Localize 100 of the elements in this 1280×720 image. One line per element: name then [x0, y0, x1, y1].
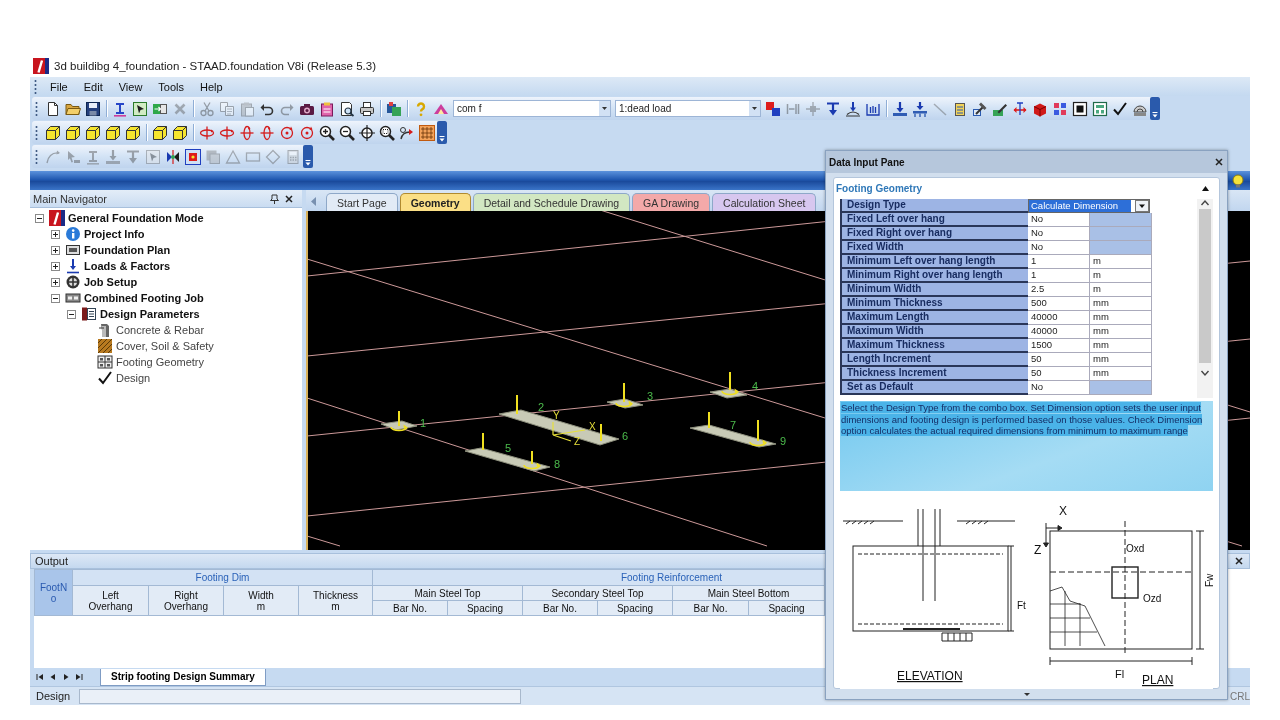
- grip-icon[interactable]: [34, 100, 39, 117]
- scroll-down-icon[interactable]: [1200, 369, 1210, 377]
- building-icon[interactable]: [952, 100, 968, 117]
- collapse-icon[interactable]: [35, 213, 44, 223]
- lightbulb-icon[interactable]: [1231, 173, 1245, 188]
- toolbar-overflow-icon[interactable]: [1150, 97, 1160, 120]
- scroll-up-icon[interactable]: [1200, 199, 1210, 207]
- property-value[interactable]: 50: [1028, 367, 1090, 381]
- expand-icon[interactable]: [51, 277, 60, 287]
- property-value[interactable]: 2.5: [1028, 283, 1090, 297]
- rotate-icon[interactable]: [259, 124, 275, 141]
- curved-arrow-icon[interactable]: [399, 124, 415, 141]
- dimension-icon[interactable]: [1012, 100, 1028, 117]
- section-header[interactable]: Footing Geometry: [836, 183, 1202, 194]
- menu-item[interactable]: View: [111, 79, 150, 94]
- collapse-icon[interactable]: [51, 293, 60, 303]
- expand-icon[interactable]: [51, 229, 60, 239]
- printer-icon[interactable]: [359, 100, 375, 117]
- report-icon[interactable]: [319, 100, 335, 117]
- property-value[interactable]: 40000: [1028, 325, 1090, 339]
- property-value[interactable]: No: [1028, 381, 1090, 395]
- tree-item[interactable]: Design Parameters: [100, 308, 200, 320]
- scrollbar-thumb[interactable]: [1199, 209, 1211, 363]
- expand-icon[interactable]: [51, 261, 60, 271]
- tree-item[interactable]: Foundation Plan: [84, 244, 171, 256]
- menu-item[interactable]: File: [43, 79, 75, 94]
- footing-icon[interactable]: [892, 100, 908, 117]
- zoom-window-icon[interactable]: [379, 124, 395, 141]
- expand-icon[interactable]: [51, 245, 60, 255]
- tree-item[interactable]: Job Setup: [84, 276, 138, 288]
- close-icon[interactable]: [1235, 557, 1243, 565]
- load-arrow-icon[interactable]: [825, 100, 841, 117]
- document-tab[interactable]: Start Page: [326, 193, 398, 211]
- cube-icon[interactable]: [152, 124, 168, 141]
- property-value[interactable]: No: [1028, 213, 1090, 227]
- save-icon[interactable]: [85, 100, 101, 117]
- caret-icon[interactable]: [749, 101, 760, 116]
- squares-icon[interactable]: [765, 100, 781, 117]
- print-preview-icon[interactable]: [339, 100, 355, 117]
- tree-item[interactable]: Combined Footing Job: [84, 292, 204, 304]
- property-value[interactable]: 500: [1028, 297, 1090, 311]
- target-icon[interactable]: [185, 148, 201, 165]
- document-tab[interactable]: Geometry: [399, 193, 471, 211]
- layers-icon[interactable]: [386, 100, 402, 117]
- property-value[interactable]: 1500: [1028, 339, 1090, 353]
- tree-item[interactable]: General Foundation Mode: [68, 212, 204, 224]
- tree-item[interactable]: Design: [116, 372, 151, 384]
- grid-icon[interactable]: [419, 124, 435, 141]
- first-page-icon[interactable]: [36, 673, 44, 681]
- property-value[interactable]: No: [1028, 241, 1090, 255]
- document-tab[interactable]: GA Drawing: [632, 193, 711, 211]
- menu-item[interactable]: Help: [193, 79, 230, 94]
- zoom-in-icon[interactable]: [319, 124, 335, 141]
- dropdown[interactable]: Calculate Dimension: [1028, 199, 1150, 213]
- combo-box[interactable]: com f: [453, 100, 611, 117]
- check-icon[interactable]: [1112, 100, 1128, 117]
- collapse-icon[interactable]: [67, 309, 76, 319]
- document-tab[interactable]: Detail and Schedule Drawing: [472, 193, 631, 211]
- zoom-out-icon[interactable]: [339, 124, 355, 141]
- caret-icon[interactable]: [599, 101, 610, 116]
- toolbar-overflow-icon[interactable]: [303, 145, 313, 168]
- dots-icon[interactable]: [1052, 100, 1068, 117]
- close-icon[interactable]: [285, 194, 293, 203]
- grip-icon[interactable]: [34, 148, 39, 165]
- panel-icon[interactable]: [1092, 100, 1108, 117]
- rotate-icon[interactable]: [219, 124, 235, 141]
- tree-item[interactable]: Project Info: [84, 228, 145, 240]
- pointer-frame-icon[interactable]: [132, 100, 148, 117]
- mirror-icon[interactable]: [165, 148, 181, 165]
- tree-item[interactable]: Footing Geometry: [116, 356, 205, 368]
- pin-icon[interactable]: [270, 193, 279, 204]
- document-tab[interactable]: Calculation Sheet: [712, 193, 817, 211]
- cube-icon[interactable]: [125, 124, 141, 141]
- next-icon[interactable]: [62, 673, 70, 681]
- i-beam-icon[interactable]: [112, 100, 128, 117]
- tree-item[interactable]: Loads & Factors: [84, 260, 171, 272]
- toolbar-overflow-icon[interactable]: [437, 121, 447, 144]
- cube-icon[interactable]: [105, 124, 121, 141]
- cube-icon[interactable]: [65, 124, 81, 141]
- caret-icon[interactable]: [1023, 692, 1030, 696]
- property-value[interactable]: 1: [1028, 269, 1090, 283]
- zoom-extents-icon[interactable]: [359, 124, 375, 141]
- property-value[interactable]: No: [1028, 227, 1090, 241]
- caret-icon[interactable]: [1135, 200, 1149, 212]
- property-value[interactable]: 1: [1028, 255, 1090, 269]
- grip-icon[interactable]: [34, 124, 39, 141]
- tree-item[interactable]: Concrete & Rebar: [116, 324, 205, 336]
- rotate-icon[interactable]: [279, 124, 295, 141]
- support-icon[interactable]: [845, 100, 861, 117]
- hammer-icon[interactable]: [972, 100, 988, 117]
- page-icon[interactable]: [45, 100, 61, 117]
- property-value[interactable]: 40000: [1028, 311, 1090, 325]
- menu-item[interactable]: Tools: [151, 79, 192, 94]
- close-icon[interactable]: [1215, 158, 1223, 166]
- stop-icon[interactable]: [1072, 100, 1088, 117]
- cube-icon[interactable]: [45, 124, 61, 141]
- combo-box[interactable]: 1:dead load: [615, 100, 761, 117]
- sheet-tab[interactable]: Strip footing Design Summary: [100, 668, 266, 686]
- menu-item[interactable]: Edit: [76, 79, 110, 94]
- grip-icon[interactable]: [33, 78, 38, 95]
